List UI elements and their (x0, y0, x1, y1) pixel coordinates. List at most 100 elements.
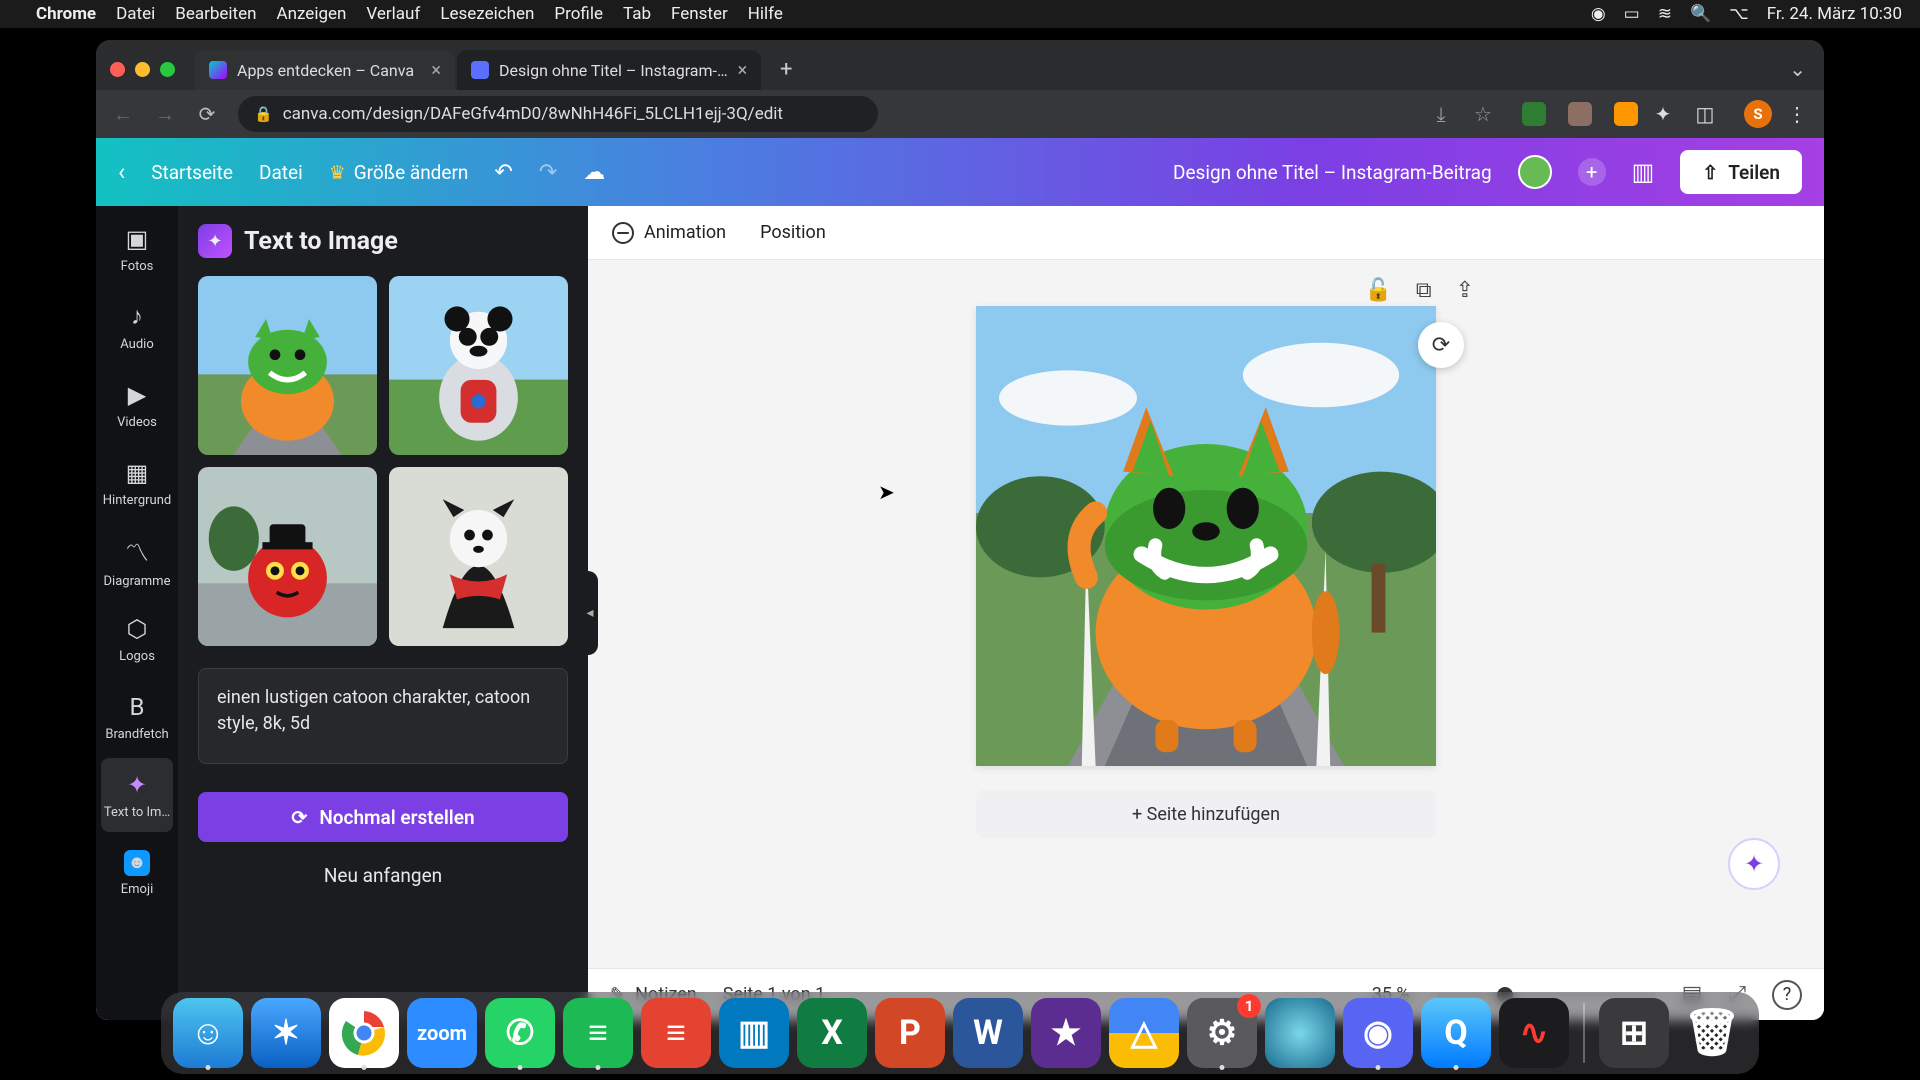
export-page-icon[interactable]: ⇪ (1456, 278, 1474, 303)
rail-videos[interactable]: ▶Videos (101, 368, 173, 442)
fullscreen-window-button[interactable] (160, 62, 175, 77)
menu-lesezeichen[interactable]: Lesezeichen (440, 4, 534, 24)
canva-workarea: ▣Fotos ♪Audio ▶Videos ▦Hintergrund 〽Diag… (96, 206, 1824, 1020)
result-thumbnail[interactable] (198, 276, 377, 455)
canvas-page[interactable] (976, 306, 1436, 766)
record-icon[interactable]: ◉ (1591, 4, 1606, 24)
resize-button[interactable]: ♛Größe ändern (329, 161, 469, 184)
rail-audio[interactable]: ♪Audio (101, 290, 173, 364)
rail-logos[interactable]: ⬡Logos (101, 602, 173, 676)
prompt-textarea[interactable]: einen lustigen catoon charakter, catoon … (198, 668, 568, 764)
menu-tab[interactable]: Tab (623, 4, 651, 24)
menu-verlauf[interactable]: Verlauf (366, 4, 420, 24)
reload-button[interactable]: ⟳ (190, 97, 224, 131)
add-page-button[interactable]: + Seite hinzufügen (976, 790, 1436, 838)
extensions-puzzle-icon[interactable]: ✦ (1646, 97, 1680, 131)
dock-imovie[interactable]: ★ (1031, 998, 1101, 1068)
unlock-icon[interactable]: 🔓 (1364, 278, 1391, 303)
rail-emoji[interactable]: ☻Emoji (101, 836, 173, 910)
start-over-button[interactable]: Neu anfangen (198, 852, 568, 898)
rail-text-to-image[interactable]: ✦Text to Im… (101, 758, 173, 832)
dock-app-globe[interactable] (1265, 998, 1335, 1068)
dock-safari[interactable]: ✶ (251, 998, 321, 1068)
wifi-icon[interactable]: ≋ (1658, 4, 1672, 24)
menu-datei[interactable]: Datei (116, 4, 155, 24)
dock-trash[interactable]: 🗑 (1677, 998, 1747, 1068)
close-tab-icon[interactable]: × (738, 60, 748, 81)
dock-chrome[interactable] (329, 998, 399, 1068)
battery-icon[interactable]: ▭ (1624, 4, 1640, 24)
rail-brandfetch[interactable]: BBrandfetch (101, 680, 173, 754)
home-link[interactable]: Startseite (151, 161, 233, 184)
animation-button[interactable]: Animation (612, 222, 726, 244)
menu-bearbeiten[interactable]: Bearbeiten (175, 4, 256, 24)
dock-settings[interactable]: ⚙1 (1187, 998, 1257, 1068)
magic-fab-button[interactable]: ✦ (1728, 838, 1780, 890)
result-thumbnail[interactable] (389, 467, 568, 646)
browser-tab[interactable]: Apps entdecken – Canva × (195, 50, 455, 90)
dock-finder[interactable]: ☺ (173, 998, 243, 1068)
dock-word[interactable]: W (953, 998, 1023, 1068)
new-tab-button[interactable]: + (769, 52, 803, 86)
result-thumbnail[interactable] (198, 467, 377, 646)
app-name[interactable]: Chrome (36, 4, 96, 24)
chrome-menu-icon[interactable]: ⋮ (1780, 97, 1814, 131)
back-arrow-icon[interactable]: ‹ (118, 158, 125, 186)
sidepanel-icon[interactable]: ◫ (1688, 97, 1722, 131)
insights-icon[interactable]: ▥ (1632, 158, 1655, 186)
canvas-stage[interactable]: 🔓 ⧉ ⇪ (588, 260, 1824, 968)
forward-button[interactable]: → (148, 97, 182, 131)
result-thumbnail[interactable] (389, 276, 568, 455)
user-avatar[interactable] (1518, 155, 1552, 189)
add-collaborator-button[interactable]: + (1578, 158, 1606, 186)
duplicate-icon[interactable]: ⧉ (1416, 278, 1432, 303)
dock-zoom[interactable]: zoom (407, 998, 477, 1068)
dock-trello[interactable]: ▥ (719, 998, 789, 1068)
undo-button[interactable]: ↶ (494, 160, 512, 185)
help-icon[interactable]: ? (1772, 980, 1802, 1010)
dock-google-drive[interactable]: △ (1109, 998, 1179, 1068)
mouse-cursor-icon: ➤ (878, 480, 895, 504)
minimize-window-button[interactable] (135, 62, 150, 77)
dock-todoist[interactable]: ≡ (641, 998, 711, 1068)
menu-profile[interactable]: Profile (554, 4, 603, 24)
close-tab-icon[interactable]: × (431, 60, 441, 81)
menu-hilfe[interactable]: Hilfe (748, 4, 783, 24)
document-title[interactable]: Design ohne Titel – Instagram-Beitrag (1173, 161, 1492, 184)
menu-fenster[interactable]: Fenster (671, 4, 728, 24)
menu-anzeigen[interactable]: Anzeigen (277, 4, 347, 24)
control-center-icon[interactable]: ⌥ (1729, 4, 1749, 24)
dock-spotify[interactable]: ≡ (563, 998, 633, 1068)
close-window-button[interactable] (110, 62, 125, 77)
dock-powerpoint[interactable]: P (875, 998, 945, 1068)
rail-diagramme[interactable]: 〽Diagramme (101, 524, 173, 598)
dock-mission-control[interactable]: ⊞ (1599, 998, 1669, 1068)
brandfetch-icon: B (130, 693, 145, 721)
spotlight-icon[interactable]: 🔍 (1690, 4, 1711, 24)
rail-fotos[interactable]: ▣Fotos (101, 212, 173, 286)
cloud-sync-icon[interactable]: ☁ (583, 160, 605, 185)
dock-quicktime[interactable]: Q (1421, 998, 1491, 1068)
clock[interactable]: Fr. 24. März 10:30 (1767, 4, 1902, 24)
share-button[interactable]: ⇧Teilen (1680, 150, 1802, 194)
bookmark-star-icon[interactable]: ☆ (1466, 97, 1500, 131)
back-button[interactable]: ← (106, 97, 140, 131)
address-bar[interactable]: 🔒 canva.com/design/DAFeGfv4mD0/8wNhH46Fi… (238, 96, 878, 132)
dock-excel[interactable]: X (797, 998, 867, 1068)
extension-icon[interactable] (1568, 102, 1592, 126)
chrome-profile-avatar[interactable]: S (1744, 100, 1772, 128)
extension-icon[interactable] (1522, 102, 1546, 126)
dock-voice-memos[interactable]: ∿ (1499, 998, 1569, 1068)
dock-discord[interactable]: ◉ (1343, 998, 1413, 1068)
position-button[interactable]: Position (760, 222, 826, 243)
install-app-icon[interactable]: ⤓ (1424, 97, 1458, 131)
tab-overflow-icon[interactable]: ⌄ (1789, 57, 1806, 81)
browser-tab-active[interactable]: Design ohne Titel – Instagram-… × (457, 50, 761, 90)
regenerate-button[interactable]: ⟳ Nochmal erstellen (198, 792, 568, 842)
extension-icon[interactable] (1614, 102, 1638, 126)
redo-button[interactable]: ↷ (539, 160, 557, 185)
regenerate-fab[interactable]: ⟳ (1418, 322, 1464, 368)
dock-whatsapp[interactable]: ✆ (485, 998, 555, 1068)
file-menu[interactable]: Datei (259, 161, 303, 184)
rail-hintergrund[interactable]: ▦Hintergrund (101, 446, 173, 520)
